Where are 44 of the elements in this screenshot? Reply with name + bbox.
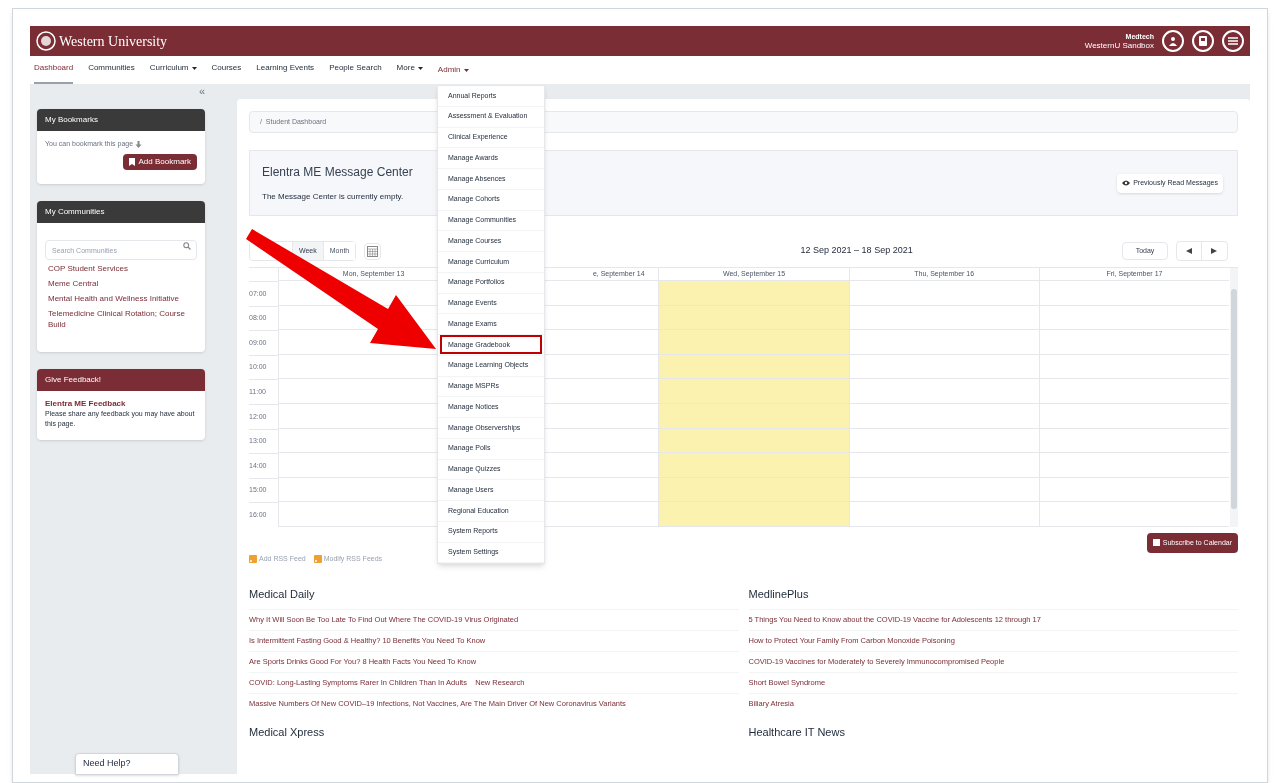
- need-help-tab[interactable]: Need Help?: [75, 753, 179, 775]
- search-icon: [183, 241, 191, 250]
- card-header: Give Feedback!: [37, 369, 205, 391]
- nav-link[interactable]: Admin: [437, 60, 469, 84]
- rss-icon: [249, 555, 257, 564]
- collapse-toggle[interactable]: «: [198, 84, 205, 98]
- community-link[interactable]: Mental Health and Wellness Initiative: [48, 293, 194, 304]
- crest-logo-icon: [36, 31, 56, 51]
- logo-text: Western University: [59, 32, 168, 51]
- message-center-text: The Message Center is currently empty.: [262, 191, 405, 203]
- nav-link[interactable]: More: [396, 58, 423, 84]
- down-arrow-icon: [135, 140, 143, 148]
- bookmark-icon: [128, 157, 135, 166]
- message-center-title: Elentra ME Message Center: [262, 164, 413, 181]
- nav-link[interactable]: Curriculum: [149, 58, 197, 84]
- caret-icon: [191, 66, 197, 70]
- right-triangle-icon: [1211, 248, 1218, 254]
- caret-icon: [417, 66, 423, 70]
- card-header: My Communities: [37, 200, 205, 223]
- feedback-link[interactable]: Elentra ME Feedback: [45, 399, 197, 409]
- calendar-icon: [1152, 539, 1160, 547]
- feed-title: MedlinePlus: [748, 587, 810, 603]
- feed-title: Healthcare IT News: [748, 724, 846, 740]
- organisation-name: WesternU Sandbox: [1084, 41, 1154, 50]
- calendar-icon[interactable]: [364, 242, 382, 260]
- date-range: 12 Sep 2021 – 18 Sep 2021: [800, 244, 913, 258]
- community-link[interactable]: Telemedicine Clinical Rotation; Course Build: [48, 308, 194, 330]
- left-triangle-icon: [1186, 248, 1192, 254]
- card-header: My Bookmarks: [37, 109, 205, 131]
- nav-link[interactable]: Courses: [211, 58, 242, 84]
- feed-title: Medical Daily: [249, 587, 316, 603]
- community-link[interactable]: Meme Central: [48, 278, 194, 289]
- nav-link[interactable]: Learning Events: [256, 58, 315, 84]
- rss-icon: [313, 555, 322, 564]
- nav-link[interactable]: People Search: [329, 58, 382, 84]
- community-link[interactable]: COP Student Services: [48, 263, 194, 274]
- menu-icon[interactable]: [1222, 30, 1244, 52]
- eye-icon: [1122, 180, 1131, 186]
- feed-title: Medical Xpress: [249, 724, 326, 740]
- nav-link[interactable]: Communities: [88, 58, 135, 84]
- caret-icon: [463, 68, 469, 72]
- bookmark-icon[interactable]: [1192, 30, 1214, 52]
- add-bookmark-button[interactable]: Add Bookmark: [122, 153, 197, 170]
- user-icon[interactable]: [1162, 30, 1184, 52]
